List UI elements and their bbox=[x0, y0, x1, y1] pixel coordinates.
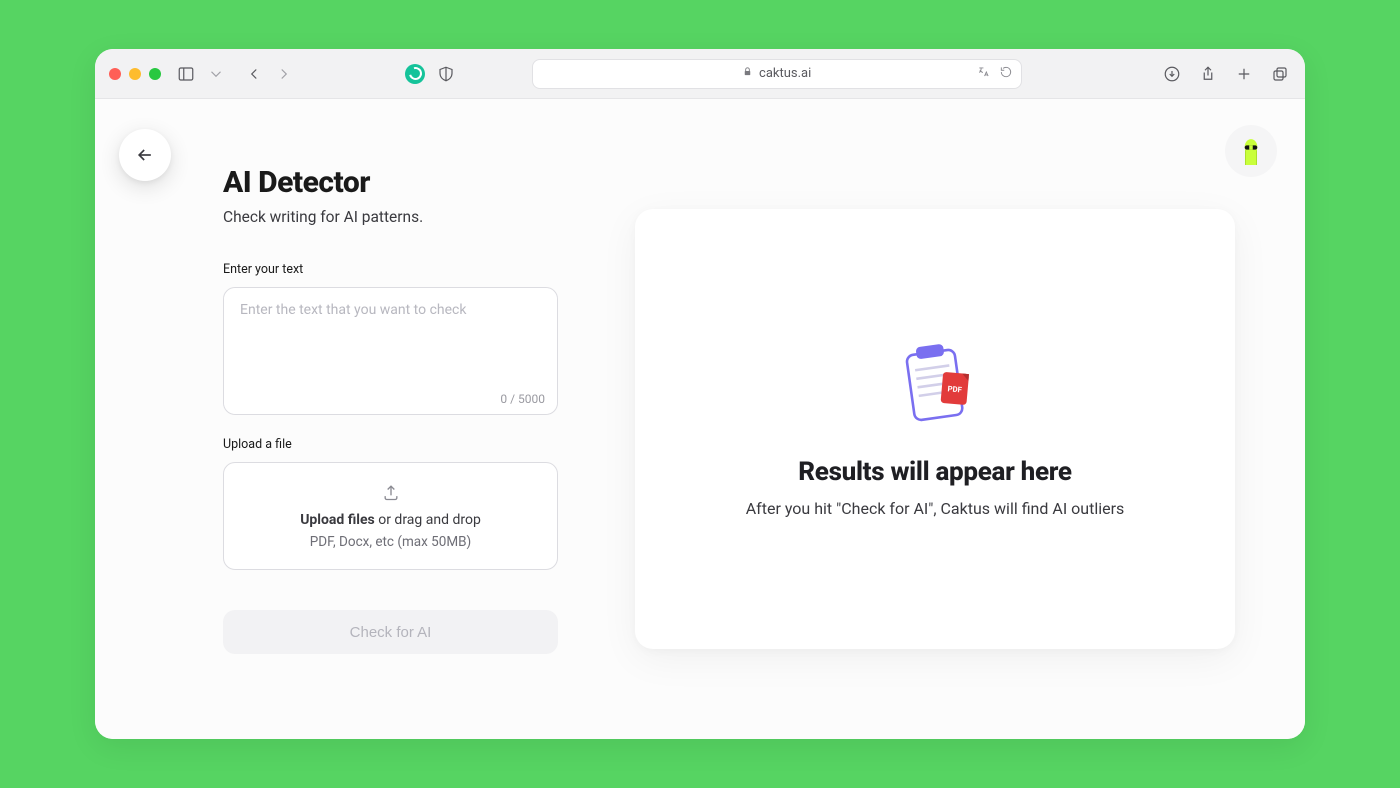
upload-line1-rest: or drag and drop bbox=[375, 512, 481, 528]
input-panel: AI Detector Check writing for AI pattern… bbox=[223, 165, 558, 654]
share-icon[interactable] bbox=[1197, 63, 1219, 85]
upload-dropzone[interactable]: Upload files or drag and drop PDF, Docx,… bbox=[223, 462, 558, 570]
upload-line2: PDF, Docx, etc (max 50MB) bbox=[310, 534, 472, 550]
privacy-shield-icon[interactable] bbox=[435, 63, 457, 85]
sidebar-dropdown-icon[interactable] bbox=[205, 63, 227, 85]
browser-toolbar: caktus.ai bbox=[95, 49, 1305, 99]
translate-icon[interactable] bbox=[977, 65, 991, 83]
results-illustration: PDF bbox=[890, 340, 980, 435]
lock-icon bbox=[742, 66, 753, 81]
address-bar[interactable]: caktus.ai bbox=[532, 59, 1022, 89]
results-panel: PDF Results will appear here After you h… bbox=[635, 209, 1235, 649]
char-counter: 0 / 5000 bbox=[500, 392, 545, 406]
window-maximize-button[interactable] bbox=[149, 68, 161, 80]
check-for-ai-button[interactable]: Check for AI bbox=[223, 610, 558, 654]
reload-icon[interactable] bbox=[999, 65, 1013, 83]
sidebar-toggle-icon[interactable] bbox=[175, 63, 197, 85]
upload-line1-bold: Upload files bbox=[300, 512, 375, 528]
text-input-label: Enter your text bbox=[223, 262, 558, 277]
results-heading: Results will appear here bbox=[798, 457, 1071, 487]
upload-label: Upload a file bbox=[223, 437, 558, 452]
text-input-container: 0 / 5000 bbox=[223, 287, 558, 415]
nav-forward-icon[interactable] bbox=[273, 63, 295, 85]
results-subtext: After you hit "Check for AI", Caktus wil… bbox=[746, 499, 1125, 518]
url-host: caktus.ai bbox=[759, 66, 811, 81]
page-subtitle: Check writing for AI patterns. bbox=[223, 208, 558, 226]
window-close-button[interactable] bbox=[109, 68, 121, 80]
page-title: AI Detector bbox=[223, 165, 558, 200]
grammarly-extension-icon[interactable] bbox=[405, 64, 425, 84]
page-content: AI Detector Check writing for AI pattern… bbox=[95, 99, 1305, 739]
window-controls bbox=[109, 68, 161, 80]
tabs-overview-icon[interactable] bbox=[1269, 63, 1291, 85]
page-back-button[interactable] bbox=[119, 129, 171, 181]
nav-back-icon[interactable] bbox=[243, 63, 265, 85]
upload-line1: Upload files or drag and drop bbox=[300, 512, 481, 528]
upload-icon bbox=[381, 482, 401, 506]
new-tab-icon[interactable] bbox=[1233, 63, 1255, 85]
profile-avatar[interactable] bbox=[1225, 125, 1277, 177]
svg-text:PDF: PDF bbox=[947, 384, 963, 394]
downloads-icon[interactable] bbox=[1161, 63, 1183, 85]
browser-window: caktus.ai bbox=[95, 49, 1305, 739]
window-minimize-button[interactable] bbox=[129, 68, 141, 80]
